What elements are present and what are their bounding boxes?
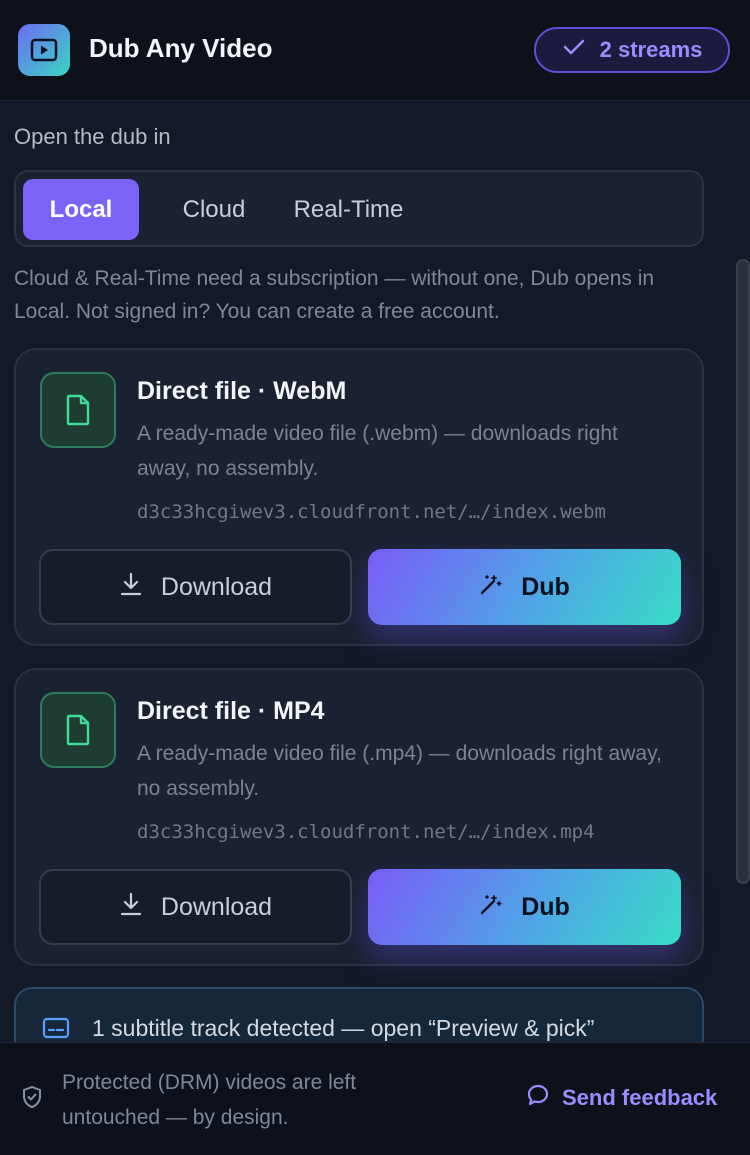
dub-label: Dub: [521, 892, 570, 921]
file-icon: [40, 372, 116, 448]
tab-cloud[interactable]: Cloud: [149, 179, 279, 240]
chat-bubble-icon: [526, 1083, 550, 1113]
scrollbar-thumb[interactable]: [736, 259, 750, 884]
streams-count-badge: 2 streams: [534, 27, 730, 73]
stream-title: Direct file · MP4: [137, 697, 325, 725]
app-footer: Protected (DRM) videos are left untouche…: [0, 1042, 750, 1155]
download-label: Download: [160, 572, 273, 601]
dub-button[interactable]: Dub: [368, 549, 681, 625]
stream-description: A ready-made video file (.mp4) — downloa…: [137, 742, 662, 800]
download-label: Download: [160, 892, 273, 921]
file-icon: [40, 692, 116, 768]
dub-label: Dub: [521, 572, 570, 601]
download-icon: [119, 891, 143, 924]
stream-card-mp4: Direct file · MP4 A ready-made video fil…: [14, 668, 704, 966]
magic-wand-icon: [479, 892, 503, 923]
open-in-selector: Local Cloud Real-Time: [14, 170, 704, 247]
subscription-note: Cloud & Real-Time need a subscription — …: [14, 267, 655, 323]
send-feedback-label: Send feedback: [562, 1085, 718, 1110]
stream-title: Direct file · WebM: [137, 377, 347, 405]
app-header: Dub Any Video 2 streams: [0, 0, 750, 101]
app-title: Dub Any Video: [89, 33, 273, 63]
dub-button[interactable]: Dub: [368, 869, 681, 945]
stream-card-webm: Direct file · WebM A ready-made video fi…: [14, 348, 704, 646]
subtitles-icon: [42, 1016, 70, 1045]
send-feedback-link[interactable]: Send feedback: [526, 1083, 717, 1113]
play-video-icon: [18, 24, 70, 76]
stream-description: A ready-made video file (.webm) — downlo…: [137, 422, 618, 480]
stream-url: d3c33hcgiwev3.cloudfront.net/…/index.mp4: [137, 821, 595, 843]
subtitle-track-text: 1 subtitle track detected — open “Previe…: [92, 1015, 595, 1041]
streams-count-label: 2 streams: [599, 37, 703, 62]
download-button[interactable]: Download: [39, 549, 352, 625]
magic-wand-icon: [479, 572, 503, 603]
download-button[interactable]: Download: [39, 869, 352, 945]
tab-local[interactable]: Local: [23, 179, 139, 240]
stream-url: d3c33hcgiwev3.cloudfront.net/…/index.web…: [137, 501, 606, 523]
download-icon: [119, 571, 143, 604]
checkmark-icon: [562, 37, 586, 63]
open-in-label: Open the dub in: [14, 124, 171, 149]
shield-icon: [22, 1085, 42, 1114]
drm-note: Protected (DRM) videos are left untouche…: [62, 1071, 357, 1129]
tab-real-time[interactable]: Real-Time: [281, 179, 416, 240]
